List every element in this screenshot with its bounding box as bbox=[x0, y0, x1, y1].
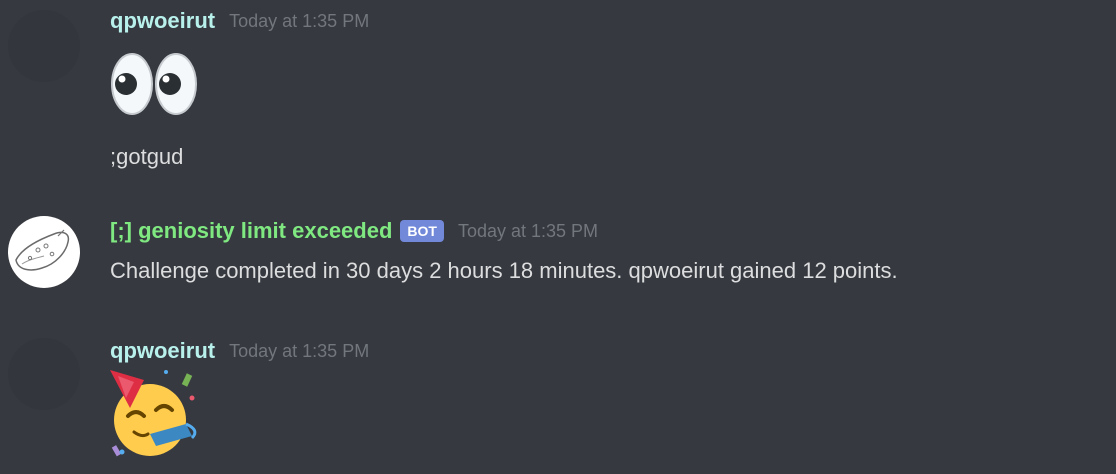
username[interactable]: [;] geniosity limit exceeded bbox=[110, 218, 392, 244]
message-group: qpwoeirut Today at 1:35 PM bbox=[0, 328, 1116, 474]
timestamp[interactable]: Today at 1:35 PM bbox=[458, 221, 598, 242]
timestamp[interactable]: Today at 1:35 PM bbox=[229, 341, 369, 362]
chat-messages: qpwoeirut Today at 1:35 PM ;gotgud [;] g… bbox=[0, 0, 1116, 474]
partying-face-emoji-icon[interactable] bbox=[104, 366, 200, 462]
message-text: ;gotgud bbox=[110, 144, 184, 169]
message-group: qpwoeirut Today at 1:35 PM ;gotgud bbox=[0, 0, 1116, 200]
bot-tag: BOT bbox=[400, 220, 444, 242]
message-text: Challenge completed in 30 days 2 hours 1… bbox=[110, 258, 898, 283]
username[interactable]: qpwoeirut bbox=[110, 8, 215, 34]
message-header: qpwoeirut Today at 1:35 PM bbox=[110, 8, 369, 34]
message-header: [;] geniosity limit exceeded BOT Today a… bbox=[110, 218, 598, 244]
bot-avatar[interactable] bbox=[8, 216, 80, 288]
avatar[interactable] bbox=[8, 10, 80, 82]
message-header: qpwoeirut Today at 1:35 PM bbox=[110, 338, 369, 364]
eyes-emoji-icon[interactable] bbox=[108, 48, 200, 120]
username[interactable]: qpwoeirut bbox=[110, 338, 215, 364]
timestamp[interactable]: Today at 1:35 PM bbox=[229, 11, 369, 32]
avatar[interactable] bbox=[8, 338, 80, 410]
message-group: [;] geniosity limit exceeded BOT Today a… bbox=[0, 200, 1116, 310]
ocarina-icon bbox=[15, 229, 70, 271]
